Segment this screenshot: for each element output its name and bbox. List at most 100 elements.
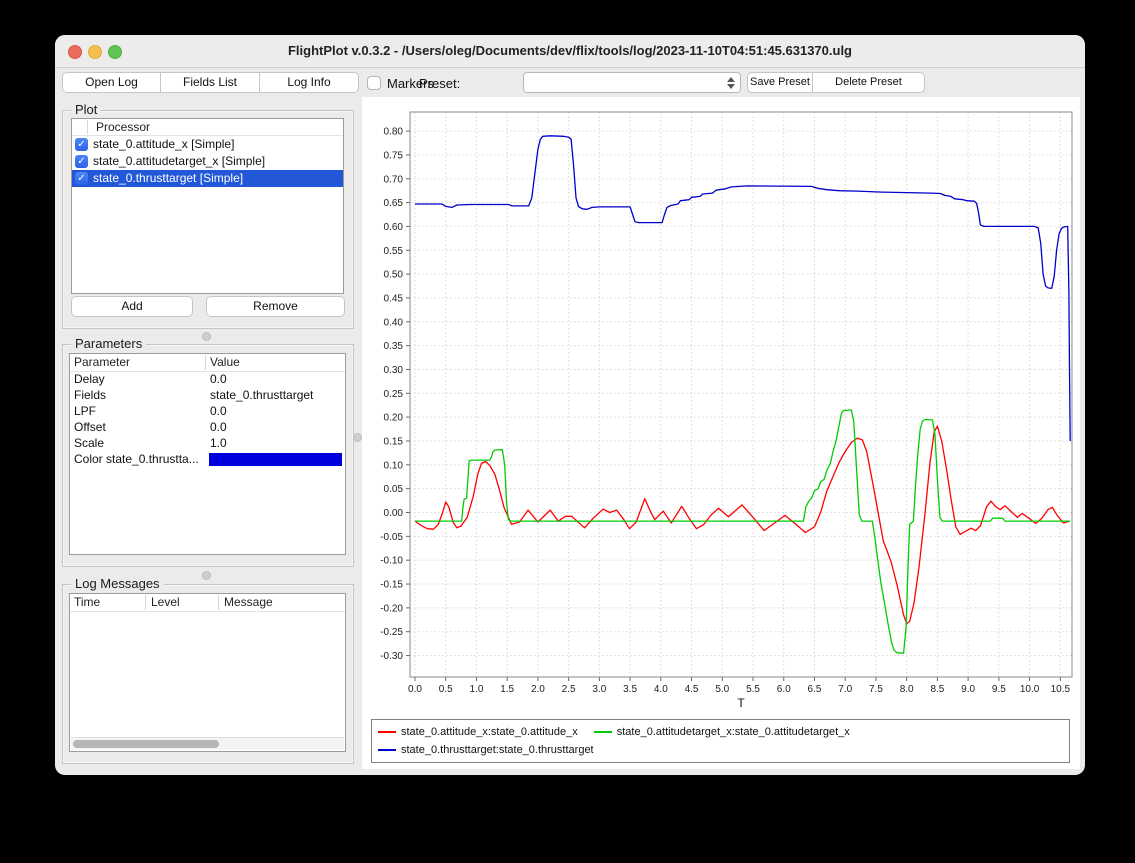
parameter-name: Color state_0.thrustta... [74, 452, 199, 466]
chart-legend: state_0.attitude_x:state_0.attitude_xsta… [371, 719, 1070, 763]
parameter-row[interactable]: LPF0.0 [70, 404, 345, 420]
list-item[interactable]: ✓ state_0.attitudetarget_x [Simple] [72, 153, 343, 170]
x-tick-label: 7.5 [869, 684, 883, 695]
parameter-row[interactable]: Scale1.0 [70, 436, 345, 452]
level-column-header: Level [151, 595, 180, 609]
window-title: FlightPlot v.0.3.2 - /Users/oleg/Documen… [55, 35, 1085, 67]
title-bar[interactable]: FlightPlot v.0.3.2 - /Users/oleg/Documen… [55, 35, 1085, 68]
item-label: state_0.thrusttarget [Simple] [93, 171, 243, 185]
add-button[interactable]: Add [71, 296, 193, 317]
parameter-value: state_0.thrusttarget [210, 388, 313, 402]
x-tick-label: 4.0 [654, 684, 668, 695]
x-tick-label: 3.0 [592, 684, 606, 695]
chart-svg[interactable]: 0.800.750.700.650.600.550.500.450.400.35… [362, 97, 1080, 715]
parameter-row[interactable]: Fields state_0.thrusttarget [70, 388, 345, 404]
plot-list-header: Processor [72, 119, 343, 136]
legend-label: state_0.attitude_x:state_0.attitude_x [401, 726, 578, 738]
y-tick-label: 0.65 [384, 198, 404, 209]
legend-line-icon [594, 731, 612, 733]
y-tick-label: 0.80 [384, 127, 404, 138]
parameter-name: Fields [74, 388, 106, 402]
parameters-table[interactable]: Parameter Value Delay0.0Fields state_0.th… [69, 353, 346, 555]
plot-area [410, 112, 1072, 677]
y-tick-label: 0.60 [384, 222, 404, 233]
y-tick-label: -0.10 [380, 556, 403, 567]
x-tick-label: 8.0 [900, 684, 914, 695]
log-info-button[interactable]: Log Info [259, 72, 359, 93]
horizontal-scrollbar[interactable] [71, 737, 344, 750]
preset-combobox[interactable] [523, 72, 741, 93]
list-item[interactable]: ✓ state_0.thrusttarget [Simple] [72, 170, 343, 187]
list-item[interactable]: ✓ state_0.attitude_x [Simple] [72, 136, 343, 153]
x-tick-label: 7.0 [838, 684, 852, 695]
item-checkbox[interactable]: ✓ [75, 172, 88, 185]
legend-entry: state_0.thrusttarget:state_0.thrusttarge… [378, 741, 594, 759]
y-tick-label: -0.25 [380, 627, 403, 638]
x-axis-label: T [737, 696, 745, 710]
parameters-table-header: Parameter Value [70, 354, 345, 372]
flightplot-window: FlightPlot v.0.3.2 - /Users/oleg/Documen… [55, 35, 1085, 775]
x-tick-label: 2.0 [531, 684, 545, 695]
y-tick-label: 0.35 [384, 341, 404, 352]
plot-list[interactable]: Processor ✓ state_0.attitude_x [Simple] ✓ s… [71, 118, 344, 294]
markers-checkbox[interactable] [367, 76, 381, 90]
x-tick-label: 5.0 [715, 684, 729, 695]
x-tick-label: 10.0 [1020, 684, 1040, 695]
y-tick-label: 0.45 [384, 293, 404, 304]
parameter-row[interactable]: Color state_0.thrustta... [70, 452, 345, 468]
item-label: state_0.attitudetarget_x [Simple] [93, 154, 265, 168]
x-tick-label: 0.5 [439, 684, 453, 695]
y-tick-label: -0.15 [380, 580, 403, 591]
parameter-row[interactable]: Offset0.0 [70, 420, 345, 436]
x-tick-label: 1.0 [469, 684, 483, 695]
parameter-column-header: Parameter [74, 355, 130, 369]
x-tick-label: 4.5 [685, 684, 699, 695]
y-tick-label: -0.30 [380, 651, 403, 662]
x-tick-label: 8.5 [930, 684, 944, 695]
save-preset-button[interactable]: Save Preset [747, 72, 813, 93]
item-checkbox[interactable]: ✓ [75, 138, 88, 151]
y-tick-label: 0.75 [384, 150, 404, 161]
y-tick-label: 0.10 [384, 460, 404, 471]
splitter-handle-top[interactable] [202, 332, 211, 341]
x-tick-label: 9.5 [992, 684, 1006, 695]
y-tick-label: 0.25 [384, 389, 404, 400]
y-tick-label: 0.55 [384, 246, 404, 257]
log-messages-table-header: Time Level Message [70, 594, 345, 612]
splitter-handle-bottom[interactable] [202, 571, 211, 580]
y-tick-label: -0.05 [380, 532, 403, 543]
legend-line-icon [378, 749, 396, 751]
preset-combo-input[interactable] [528, 74, 720, 93]
log-messages-table[interactable]: Time Level Message [69, 593, 346, 752]
item-checkbox[interactable]: ✓ [75, 155, 88, 168]
parameter-value: 0.0 [210, 372, 227, 386]
x-tick-label: 2.5 [562, 684, 576, 695]
processor-column-header: Processor [96, 120, 150, 134]
parameter-name: LPF [74, 404, 96, 418]
fields-list-button[interactable]: Fields List [160, 72, 260, 93]
parameter-row[interactable]: Delay0.0 [70, 372, 345, 388]
preset-label: Preset: [419, 76, 460, 91]
open-log-button[interactable]: Open Log [62, 72, 161, 93]
parameter-name: Scale [74, 436, 104, 450]
splitter-handle-vertical[interactable] [353, 433, 362, 442]
log-messages-panel-title: Log Messages [71, 576, 164, 591]
x-tick-label: 9.0 [961, 684, 975, 695]
x-tick-label: 1.5 [500, 684, 514, 695]
x-tick-label: 6.5 [808, 684, 822, 695]
scrollbar-thumb[interactable] [73, 740, 219, 748]
remove-button[interactable]: Remove [206, 296, 345, 317]
item-label: state_0.attitude_x [Simple] [93, 137, 234, 151]
y-tick-label: 0.50 [384, 270, 404, 281]
color-swatch[interactable] [209, 453, 342, 466]
log-messages-panel: Log Messages Time Level Message [62, 584, 354, 764]
combo-stepper-icon[interactable] [726, 75, 736, 91]
delete-preset-button[interactable]: Delete Preset [812, 72, 925, 93]
y-tick-label: 0.15 [384, 436, 404, 447]
time-column-header: Time [74, 595, 100, 609]
parameter-value: 0.0 [210, 420, 227, 434]
parameters-panel-title: Parameters [71, 336, 146, 351]
x-tick-label: 10.5 [1051, 684, 1071, 695]
y-tick-label: 0.00 [384, 508, 404, 519]
parameters-table-rows: Delay0.0Fieldsstate_0.thrusttargetLPF0.0… [70, 372, 345, 468]
